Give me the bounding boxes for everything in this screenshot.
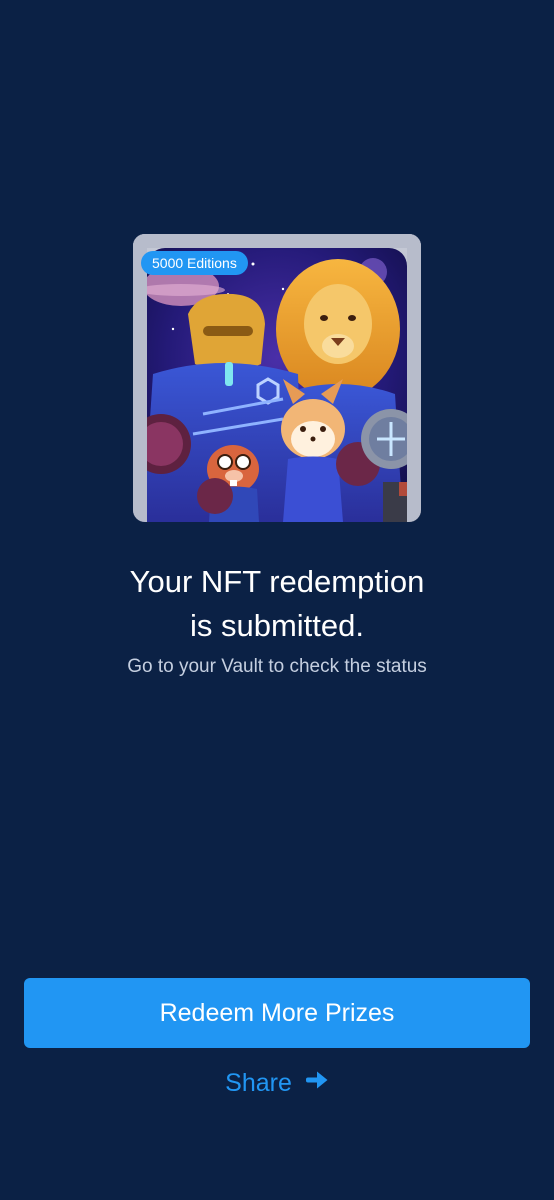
nft-card: 5000 Editions <box>133 234 421 522</box>
share-label: Share <box>225 1069 292 1097</box>
redeem-more-prizes-button[interactable]: Redeem More Prizes <box>24 978 530 1048</box>
confirmation-title-line2: is submitted. <box>189 608 364 643</box>
confirmation-subtitle: Go to your Vault to check the status <box>127 656 427 677</box>
confirmation-title-line1: Your NFT redemption <box>129 564 425 599</box>
arrow-right-icon <box>305 1065 329 1099</box>
nft-artwork-image <box>133 234 421 522</box>
share-link[interactable]: Share <box>0 1066 554 1100</box>
editions-badge: 5000 Editions <box>141 251 248 275</box>
confirmation-title: Your NFT redemption is submitted. <box>0 560 554 648</box>
